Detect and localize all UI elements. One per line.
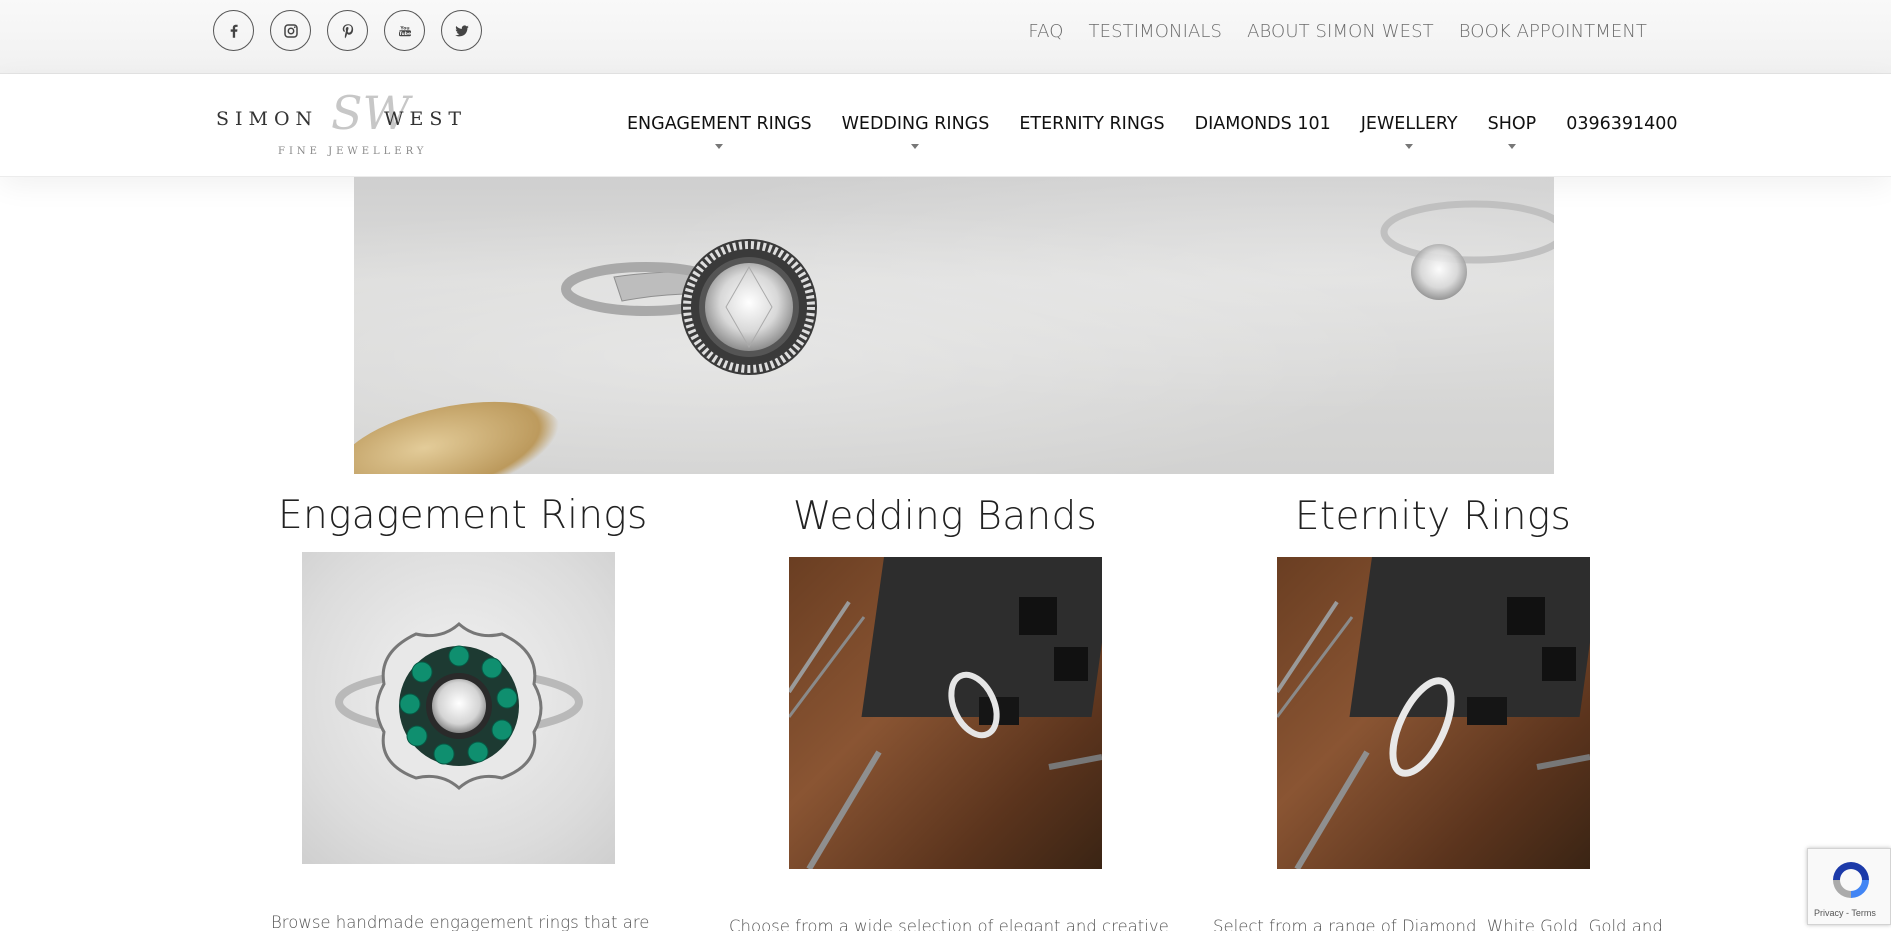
nav-item-label: SHOP	[1487, 114, 1537, 134]
site-header: SW SIMON WEST FINE JEWELLERY ENGAGEMENT …	[0, 74, 1891, 177]
recaptcha-terms: Privacy - Terms	[1814, 908, 1876, 918]
logo-text-right: WEST	[384, 108, 468, 130]
instagram-icon[interactable]	[270, 10, 311, 51]
engagement-rings-card[interactable]	[302, 552, 615, 864]
workbench-illustration	[1277, 557, 1590, 869]
pinterest-icon[interactable]	[327, 10, 368, 51]
faq-link[interactable]: FAQ	[1028, 21, 1063, 42]
nav-item-eternity-rings[interactable]: ETERNITY RINGS	[1019, 114, 1164, 134]
ring-illustration	[561, 200, 1554, 375]
workbench-illustration	[789, 557, 1102, 869]
nav-item-label: WEDDING RINGS	[841, 114, 990, 134]
section-description: Choose from a wide selection of elegant …	[729, 917, 1169, 931]
svg-text:Tube: Tube	[398, 31, 410, 37]
section-engagement-rings: Engagement Rings	[278, 493, 648, 538]
recaptcha-icon	[1833, 862, 1869, 898]
nav-item-jewellery[interactable]: JEWELLERY	[1360, 114, 1458, 149]
twitter-icon[interactable]	[441, 10, 482, 51]
nav-item-label: ENGAGEMENT RINGS	[627, 114, 812, 134]
section-title: Wedding Bands	[792, 494, 1098, 539]
wedding-bands-card[interactable]	[789, 557, 1102, 869]
section-description: Select from a range of Diamond, White Go…	[1213, 917, 1663, 931]
testimonials-link[interactable]: TESTIMONIALS	[1089, 21, 1223, 42]
eternity-ring-image	[1277, 557, 1590, 869]
logo-text-left: SIMON	[216, 108, 319, 130]
main-nav: ENGAGEMENT RINGS WEDDING RINGS ETERNITY …	[627, 114, 1678, 149]
wedding-band-image	[789, 557, 1102, 869]
nav-item-shop[interactable]: SHOP	[1487, 114, 1537, 149]
section-description: Browse handmade engagement rings that ar…	[271, 913, 650, 931]
top-bar: You Tube FAQ TESTIMONIALS ABOUT SIMON WES…	[0, 0, 1891, 74]
social-links: You Tube	[213, 10, 482, 51]
site-logo[interactable]: SW SIMON WEST FINE JEWELLERY	[214, 88, 464, 164]
emerald-ring-illustration	[335, 621, 583, 791]
eternity-rings-card[interactable]	[1277, 557, 1590, 869]
section-wedding-bands: Wedding Bands	[765, 494, 1125, 539]
hero-banner-image	[354, 177, 1554, 474]
chevron-down-icon	[715, 144, 724, 149]
chevron-down-icon	[1405, 144, 1414, 149]
nav-item-diamonds-101[interactable]: DIAMONDS 101	[1195, 114, 1331, 134]
section-title: Engagement Rings	[278, 493, 648, 538]
section-eternity-rings: Eternity Rings	[1253, 494, 1613, 539]
nav-item-label: JEWELLERY	[1360, 114, 1458, 134]
phone-number: 0396391400	[1566, 114, 1678, 134]
chevron-down-icon	[911, 144, 920, 149]
nav-item-engagement-rings[interactable]: ENGAGEMENT RINGS	[627, 114, 812, 149]
engagement-ring-image	[302, 552, 615, 864]
book-appointment-link[interactable]: BOOK APPOINTMENT	[1459, 21, 1647, 42]
nav-item-label: ETERNITY RINGS	[1019, 114, 1165, 134]
phone-link[interactable]: 0396391400	[1566, 114, 1677, 134]
logo-subtitle: FINE JEWELLERY	[278, 146, 428, 157]
utility-nav: FAQ TESTIMONIALS ABOUT SIMON WEST BOOK A…	[1028, 21, 1647, 42]
youtube-icon[interactable]: You Tube	[384, 10, 425, 51]
facebook-icon[interactable]	[213, 10, 254, 51]
nav-item-wedding-rings[interactable]: WEDDING RINGS	[841, 114, 990, 149]
chevron-down-icon	[1507, 144, 1516, 149]
section-title: Eternity Rings	[1294, 494, 1572, 539]
about-link[interactable]: ABOUT SIMON WEST	[1247, 21, 1434, 42]
nav-item-label: DIAMONDS 101	[1194, 114, 1331, 134]
recaptcha-badge[interactable]: Privacy - Terms	[1807, 848, 1891, 925]
